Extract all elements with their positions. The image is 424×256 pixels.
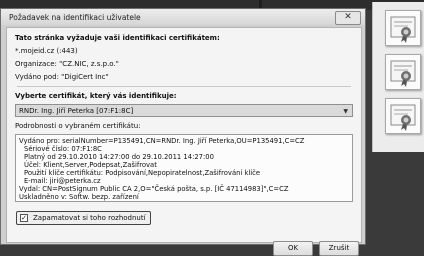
pointer-arrow-icon [259, 0, 262, 8]
details-line: Vydal: CN=PostSignum Public CA 2,O="Česk… [19, 185, 289, 193]
cancel-button[interactable]: Zrušit [319, 241, 359, 256]
details-line: Použití klíče certifikátu: Podpisování,N… [24, 169, 261, 177]
details-label: Podrobnosti o vybraném certifikátu: [15, 122, 141, 130]
certificate-select[interactable]: RNDr. Ing. Jiří Peterka [07:F1:8C] ▼ [15, 104, 353, 117]
dialog-titlebar: Požadavek na identifikaci uživatele ✕ [1, 9, 365, 25]
dialog-title: Požadavek na identifikaci uživatele [9, 13, 141, 22]
certificate-details-box[interactable]: Vydáno pro: serialNumber=P135491,CN=RNDr… [15, 134, 353, 202]
ok-button[interactable]: OK [273, 241, 313, 256]
certificate-icon[interactable] [385, 54, 421, 90]
details-line: E-mail: jiri@peterka.cz [24, 177, 101, 185]
selected-certificate: RNDr. Ing. Jiří Peterka [07:F1:8C] [19, 107, 134, 115]
certificate-panel [372, 2, 424, 152]
site-heading: Tato stránka vyžaduje vaši identifikaci … [15, 34, 220, 42]
details-line: Vydáno pro: serialNumber=P135491,CN=RNDr… [19, 137, 305, 145]
choose-certificate-label: Vyberte certifikát, který vás identifiku… [15, 92, 177, 100]
certificate-icon[interactable] [385, 10, 421, 46]
details-line: Platný od 29.10.2010 14:27:00 do 29.10.2… [24, 153, 214, 161]
site-issuer: Vydáno pod: "DigiCert Inc" [15, 73, 109, 81]
chevron-down-icon: ▼ [343, 108, 348, 115]
remember-checkbox[interactable]: ✓ [20, 214, 28, 222]
close-button[interactable]: ✕ [335, 11, 361, 25]
dialog-content: Tato stránka vyžaduje vaši identifikaci … [6, 27, 362, 256]
site-host: *.mojeid.cz (:443) [15, 47, 78, 55]
remember-decision-option[interactable]: ✓ Zapamatovat si toho rozhodnutí [16, 211, 151, 225]
checkmark-icon: ✓ [21, 214, 27, 222]
details-line: Sériové číslo: 07:F1:8C [24, 145, 102, 153]
certificate-request-dialog: Požadavek na identifikaci uživatele ✕ Ta… [0, 8, 366, 256]
details-line: Uskladněno v: Softw. bezp. zařízení [19, 193, 139, 201]
details-line: Účel: Klient,Server,Podepsat,Zašifrovat [24, 161, 157, 169]
close-icon: ✕ [344, 12, 352, 22]
site-organization: Organizace: "CZ.NIC, z.s.p.o." [15, 60, 119, 68]
divider [17, 86, 351, 87]
certificate-icon[interactable] [385, 98, 421, 134]
remember-label: Zapamatovat si toho rozhodnutí [33, 214, 146, 222]
